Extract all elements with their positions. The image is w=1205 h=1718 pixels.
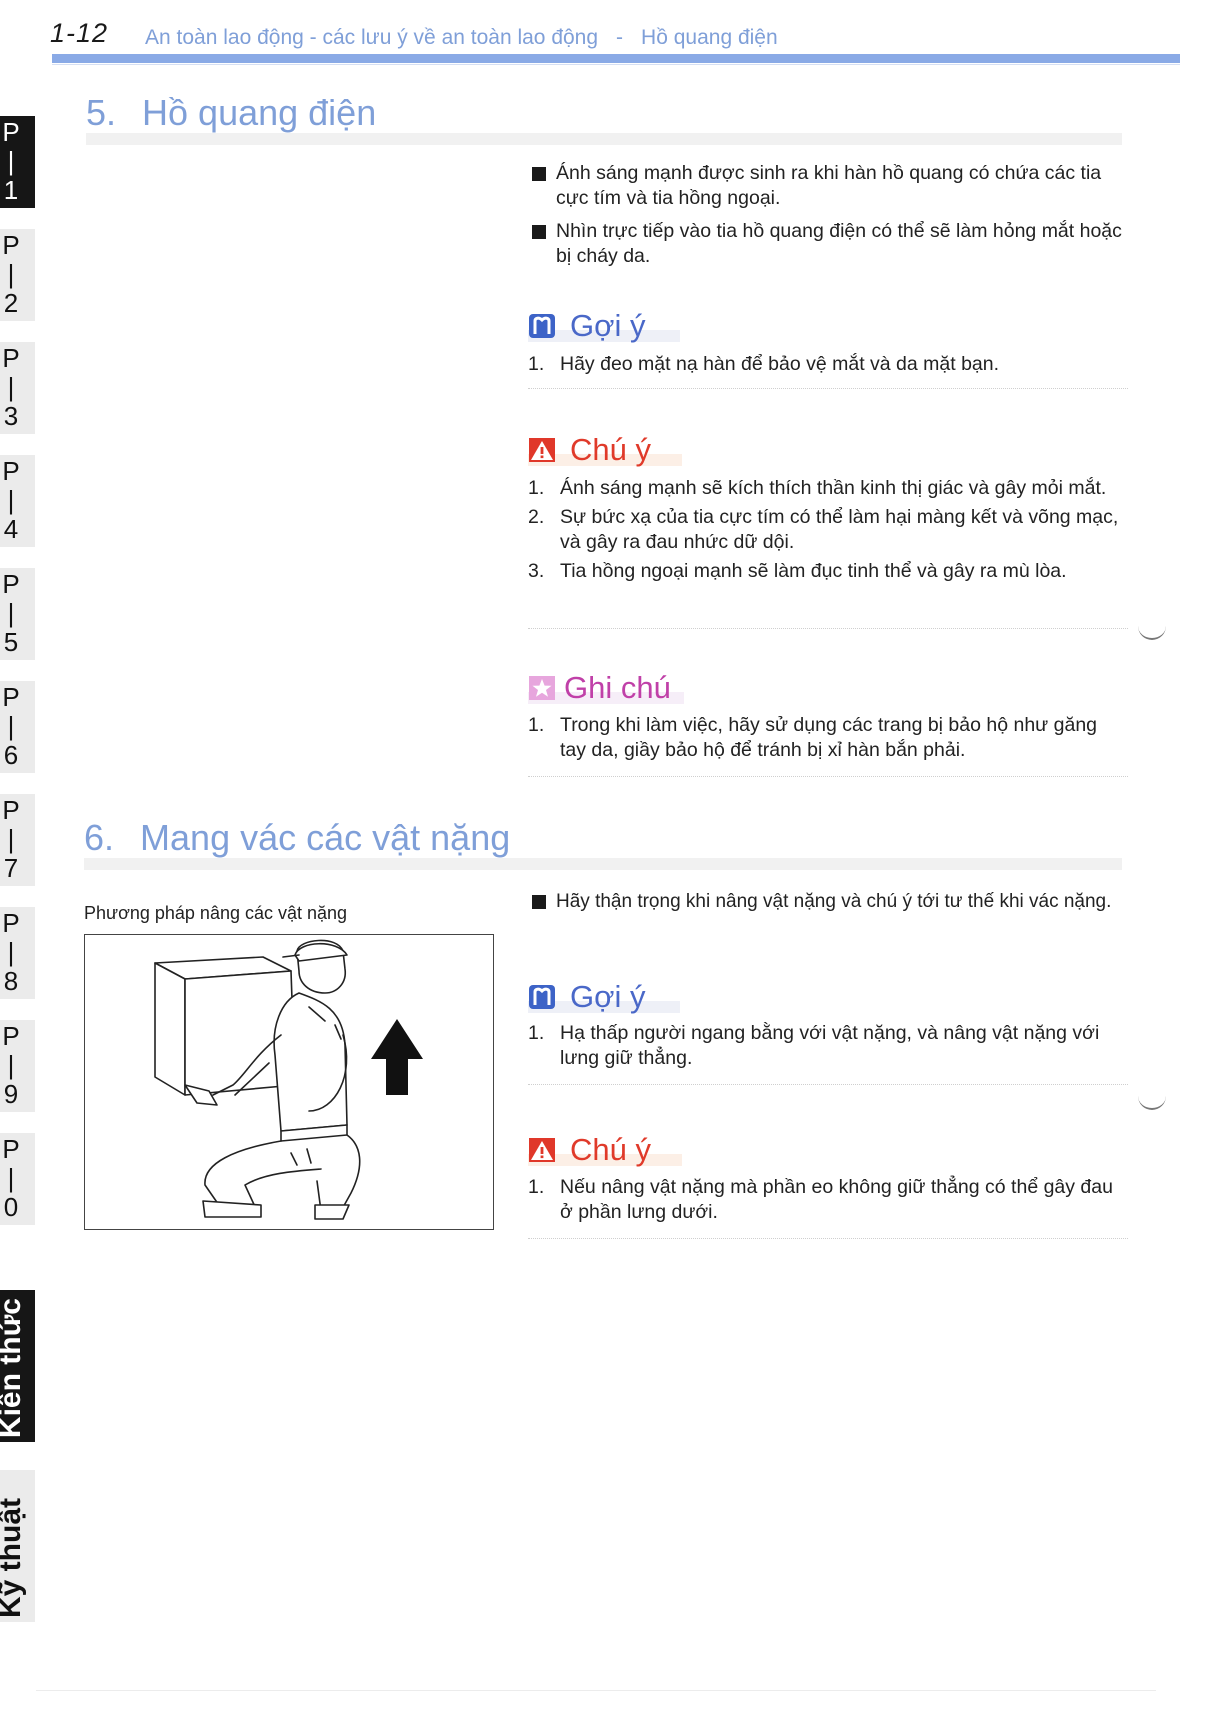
side-tab-p7[interactable]: P | 7 <box>0 794 35 886</box>
page-number: 1-12 <box>50 18 109 48</box>
lifting-figure <box>84 934 494 1230</box>
figure-caption: Phương pháp nâng các vật nặng <box>84 903 348 923</box>
punch-hole-mark <box>1138 620 1166 640</box>
hint-book-icon <box>529 314 555 338</box>
bullet-item: Ánh sáng mạnh được sinh ra khi hàn hồ qu… <box>530 161 1130 211</box>
hint-list: 1. Hạ thấp người ngang bằng với vật nặng,… <box>528 1021 1128 1075</box>
footer-rule <box>36 1690 1156 1691</box>
section-number: 5. <box>86 92 117 133</box>
hint-list: 1. Hãy đeo mặt nạ hàn để bảo vệ mắt và da… <box>528 352 1128 381</box>
caution-item: 1. Ánh sáng mạnh sẽ kích thích thần kinh … <box>528 477 1107 499</box>
hint-label: Gợi ý <box>570 979 646 1014</box>
caution-label: Chú ý <box>570 1132 651 1167</box>
caution-list: 1. Ánh sáng mạnh sẽ kích thích thần kinh … <box>528 476 1128 588</box>
hint-label: Gợi ý <box>570 308 646 343</box>
caution-item: 1. Nếu nâng vật nặng mà phần eo không giữ… <box>528 1176 1113 1223</box>
note-item: 1. Trong khi làm việc, hãy sử dụng các tr… <box>528 714 1098 761</box>
side-tab-label: P | 8 <box>2 908 20 996</box>
hint-rule <box>528 1084 1128 1085</box>
side-tab-vertical-label: Kỹ thuật <box>0 1498 27 1618</box>
side-tab-label: P | 6 <box>2 682 20 770</box>
note-list: 1. Trong khi làm việc, hãy sử dụng các tr… <box>528 713 1128 767</box>
header-rule <box>52 54 1180 63</box>
side-tab-p1[interactable]: P | 1 <box>0 116 35 208</box>
side-tab-label: P | 7 <box>2 795 20 883</box>
side-tab-label: P | 1 <box>2 117 20 205</box>
side-tab-label: P | 9 <box>2 1021 20 1109</box>
side-tab-label: P | 5 <box>2 569 20 657</box>
side-tab-label: P | 2 <box>2 230 20 318</box>
section-5-band <box>86 133 1122 145</box>
side-tab-label: P | 3 <box>2 343 20 431</box>
note-label: Ghi chú <box>564 670 671 705</box>
header-rule-thin <box>52 64 1180 65</box>
section-5-bullets: Ánh sáng mạnh được sinh ra khi hàn hồ qu… <box>530 161 1130 277</box>
lifting-illustration <box>154 939 423 1220</box>
side-tab-vertical-label: Kiến thức <box>0 1297 27 1438</box>
punch-hole-mark <box>1138 1090 1166 1110</box>
bullet-item: Hãy thận trọng khi nâng vật nặng và chú … <box>530 889 1150 914</box>
section-6-title: 6. Mang vác các vật nặng <box>84 817 510 859</box>
star-note-icon <box>529 676 555 700</box>
hint-rule <box>528 388 1128 389</box>
side-tab-p3[interactable]: P | 3 <box>0 342 35 434</box>
side-tab-p6[interactable]: P | 6 <box>0 681 35 773</box>
caution-list: 1. Nếu nâng vật nặng mà phần eo không giữ… <box>528 1175 1128 1229</box>
side-tab-p4[interactable]: P | 4 <box>0 455 35 547</box>
caution-label: Chú ý <box>570 432 651 467</box>
section-title-text: Hồ quang điện <box>142 92 377 133</box>
side-tab-p5[interactable]: P | 5 <box>0 568 35 660</box>
section-number: 6. <box>84 817 115 858</box>
caution-item: 2. Sự bức xạ của tia cực tím có thể làm h… <box>528 506 1119 553</box>
side-tab-kien-thuc[interactable]: Kiến thức <box>0 1290 35 1442</box>
side-tab-ky-thuat[interactable]: Kỹ thuật <box>0 1470 35 1622</box>
warning-triangle-icon <box>529 1138 555 1162</box>
side-tab-p9[interactable]: P | 9 <box>0 1020 35 1112</box>
chapter-title: An toàn lao động - các lưu ý về an toàn … <box>145 26 599 49</box>
side-tab-p10[interactable]: P | 0 <box>0 1133 35 1225</box>
section-running-title: Hồ quang điện <box>641 26 778 49</box>
caution-item: 3. Tia hồng ngoại mạnh sẽ làm đục tinh th… <box>528 560 1067 582</box>
section-5-title: 5. Hồ quang điện <box>86 92 376 134</box>
side-tab-label: P | 0 <box>2 1134 20 1222</box>
side-tab-p8[interactable]: P | 8 <box>0 907 35 999</box>
caution-rule <box>528 1238 1128 1239</box>
side-tab-p2[interactable]: P | 2 <box>0 229 35 321</box>
section-title-text: Mang vác các vật nặng <box>140 817 511 858</box>
caution-rule <box>528 628 1128 629</box>
title-separator: - <box>616 26 624 49</box>
bullet-item: Nhìn trực tiếp vào tia hồ quang điện có … <box>530 219 1130 269</box>
section-6-band <box>84 858 1122 870</box>
up-arrow-icon <box>371 1019 423 1095</box>
hint-item: 1. Hãy đeo mặt nạ hàn để bảo vệ mắt và da… <box>528 353 1000 375</box>
note-rule <box>528 776 1128 777</box>
side-tab-label: P | 4 <box>2 456 20 544</box>
warning-triangle-icon <box>529 438 555 462</box>
hint-book-icon <box>529 985 555 1009</box>
running-title: An toàn lao động - các lưu ý về an toàn … <box>145 26 778 50</box>
section-6-bullets: Hãy thận trọng khi nâng vật nặng và chú … <box>530 889 1150 922</box>
hint-item: 1. Hạ thấp người ngang bằng với vật nặng,… <box>528 1022 1100 1069</box>
